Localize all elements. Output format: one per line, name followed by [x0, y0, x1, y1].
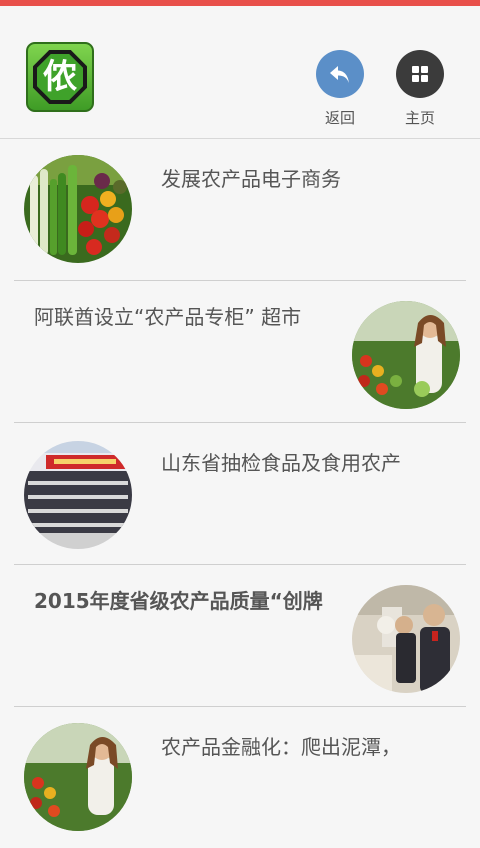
officials-visit-photo: [352, 585, 460, 693]
logo-text: 侬: [43, 57, 77, 97]
list-item[interactable]: 2015年度省级农产品质量“创牌: [14, 565, 466, 707]
back-label: 返回: [324, 109, 355, 127]
article-title: 农产品金融化：爬出泥潭，: [161, 735, 401, 759]
app-logo[interactable]: 侬: [26, 42, 94, 112]
list-item[interactable]: 发展农产品电子商务: [14, 139, 466, 281]
back-icon[interactable]: [316, 50, 364, 98]
app-header: 侬 返回 主页: [0, 6, 480, 139]
article-title: 山东省抽检食品及食用农产: [161, 451, 401, 475]
home-label: 主页: [404, 109, 435, 127]
article-title: 2015年度省级农产品质量“创牌: [34, 589, 323, 613]
home-button[interactable]: 主页: [390, 50, 450, 128]
list-item[interactable]: 阿联酋设立“农产品专柜” 超市: [14, 281, 466, 423]
back-button[interactable]: 返回: [310, 50, 370, 128]
list-item[interactable]: 农产品金融化：爬出泥潭，: [14, 707, 466, 848]
list-item[interactable]: 山东省抽检食品及食用农产: [14, 423, 466, 565]
article-title: 发展农产品电子商务: [161, 167, 341, 191]
home-grid-icon[interactable]: [396, 50, 444, 98]
market-woman-photo: [24, 723, 132, 831]
market-woman-photo: [352, 301, 460, 409]
vegetables-photo: [24, 155, 132, 263]
article-title: 阿联酋设立“农产品专柜” 超市: [34, 305, 302, 329]
conference-hall-photo: [24, 441, 132, 549]
